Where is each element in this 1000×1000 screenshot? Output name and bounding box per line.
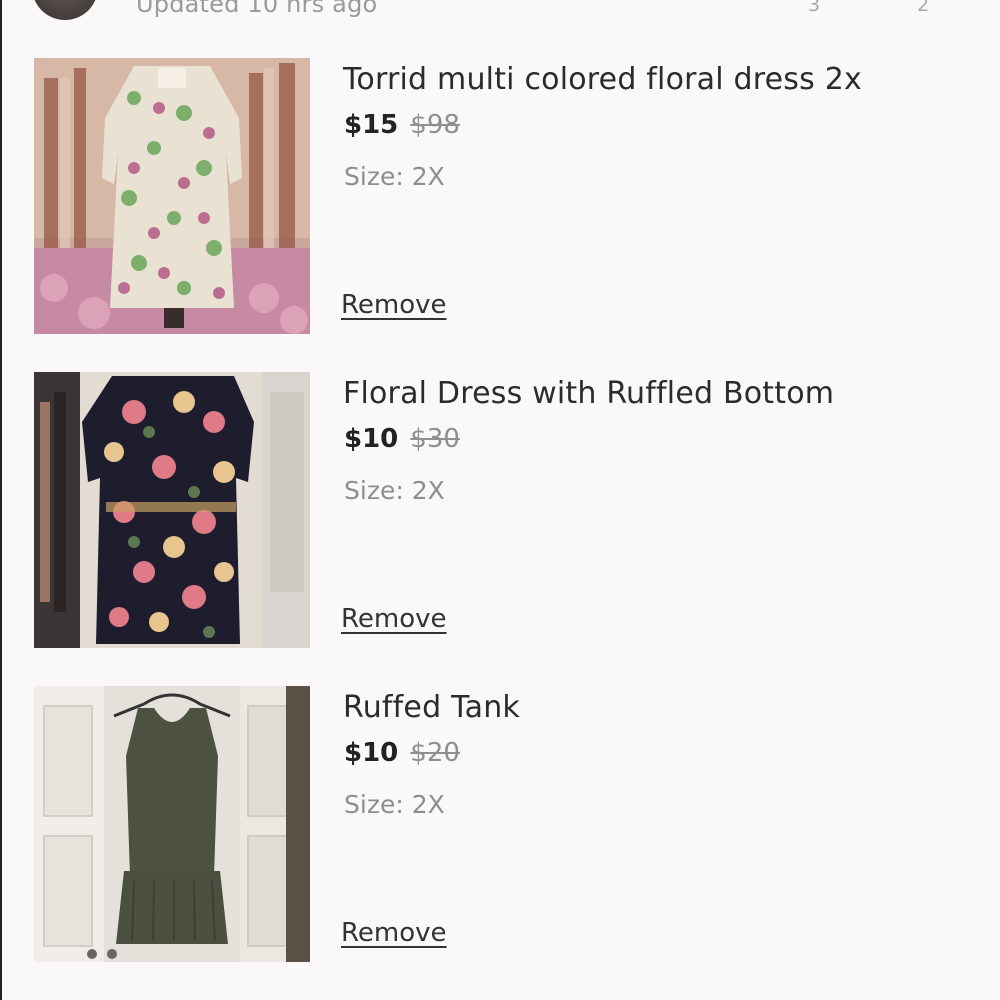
item-size: Size: 2X: [344, 162, 445, 191]
remove-link[interactable]: Remove: [341, 918, 447, 948]
item-thumbnail[interactable]: [34, 372, 310, 648]
remove-link[interactable]: Remove: [341, 290, 447, 320]
item-original-price: $20: [410, 738, 460, 768]
item-title[interactable]: Ruffed Tank: [343, 690, 520, 725]
bundle-item: Floral Dress with Ruffled Bottom $10 $30 …: [34, 372, 974, 648]
remove-link[interactable]: Remove: [341, 604, 447, 634]
bundle-item: Ruffed Tank $10 $20 Size: 2X Remove: [34, 686, 974, 962]
item-original-price: $98: [410, 110, 460, 140]
seller-header: Updated 10 hrs ago 3 2: [2, 0, 1000, 22]
item-thumbnail[interactable]: [34, 686, 310, 962]
price-row: $15 $98: [344, 110, 460, 140]
price-row: $10 $30: [344, 424, 460, 454]
price-row: $10 $20: [344, 738, 460, 768]
bundle-item: Torrid multi colored floral dress 2x $15…: [34, 58, 974, 334]
item-price: $15: [344, 110, 399, 140]
item-title[interactable]: Torrid multi colored floral dress 2x: [343, 62, 862, 97]
item-title[interactable]: Floral Dress with Ruffled Bottom: [343, 376, 834, 411]
updated-text: Updated 10 hrs ago: [136, 0, 378, 18]
item-original-price: $30: [410, 424, 460, 454]
item-price: $10: [344, 738, 399, 768]
item-size: Size: 2X: [344, 790, 445, 819]
floral-dress-photo-icon: [34, 58, 310, 334]
tank-dress-photo-icon: [34, 686, 310, 962]
floral-dress-photo-icon: [34, 372, 310, 648]
count-comments: 2: [917, 0, 930, 16]
item-thumbnail[interactable]: [34, 58, 310, 334]
count-likes: 3: [808, 0, 821, 16]
item-price: $10: [344, 424, 399, 454]
item-size: Size: 2X: [344, 476, 445, 505]
avatar[interactable]: [32, 0, 98, 20]
